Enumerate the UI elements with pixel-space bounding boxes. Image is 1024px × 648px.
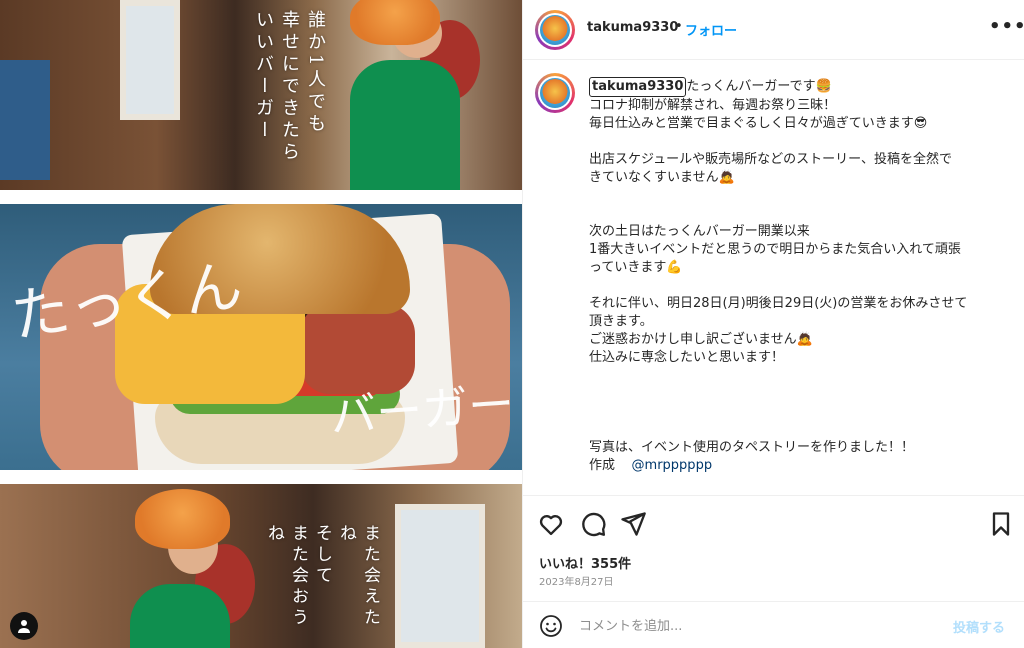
script-text-burger: バーガー [328, 376, 516, 444]
caption-line: それに伴い、明日28日(月)明後日29日(火)の営業をお休みさせて [589, 296, 968, 311]
like-count[interactable]: いいね！355件 [539, 553, 631, 572]
caption-username[interactable]: takuma9330 [589, 77, 687, 97]
image-panel-top: 誰か1人でも 幸せにできたら いいバーガー [0, 0, 522, 190]
caption-line: っていきます💪 [589, 260, 683, 275]
caption-text: takuma9330 たっくんバーガーです🍔 コロナ抑制が解禁され、毎週お祭り三昧… [589, 77, 1009, 475]
vtext-line: また会おうね [264, 524, 308, 629]
caption-line: きていなくすいません🙇 [589, 170, 735, 185]
caption-line: ご迷惑おかけし申し訳ございません🙇 [589, 332, 813, 347]
window-frame [120, 0, 180, 120]
share-icon[interactable] [619, 510, 647, 538]
caption-line: たっくんバーガーです🍔 [686, 79, 832, 94]
comment-input[interactable] [579, 615, 939, 637]
wall-poster [0, 60, 50, 180]
vtext-line: また会えたね [336, 524, 380, 629]
follow-button[interactable]: フォロー [685, 20, 737, 39]
comment-bar: 投稿する [523, 601, 1024, 648]
burger-hat [350, 0, 440, 45]
bookmark-icon[interactable] [987, 510, 1015, 538]
image-panel-bottom: また会えたね そして また会おうね [0, 484, 522, 648]
more-options-icon[interactable]: ••• [989, 16, 1024, 37]
vtext-line: そして [312, 524, 332, 587]
caption-body: コロナ抑制が解禁され、毎週お祭り三昧！ 毎日仕込みと営業で目まぐるしく日々が過ぎて… [589, 97, 1009, 457]
image-panel-burger: たっくん バーガー [0, 204, 522, 470]
caption-avatar[interactable] [535, 73, 575, 113]
tapestry-text-top: 誰か1人でも 幸せにできたら いいバーガー [250, 10, 328, 185]
person-icon [18, 620, 30, 633]
vtext-line: いいバーガー [253, 10, 274, 142]
window-frame [395, 504, 485, 648]
heart-icon[interactable] [537, 510, 565, 538]
post-comment-button[interactable]: 投稿する [953, 617, 1005, 636]
caption-line: 出店スケジュールや販売場所などのストーリー、投稿を全然で [589, 152, 952, 167]
caption-line: 仕込みに専念したいと思います！ [589, 350, 785, 365]
person-shirt [350, 60, 460, 190]
post-image[interactable]: 誰か1人でも 幸せにできたら いいバーガー たっくん バーガー また会えたね そ… [0, 0, 522, 648]
vtext-line: 幸せにできたら [279, 10, 300, 164]
caption-line: 毎日仕込みと営業で目まぐるしく日々が過ぎていきます😎 [589, 116, 928, 131]
caption-line: 頂きます。 [589, 314, 653, 329]
comment-icon[interactable] [579, 510, 607, 538]
credit-mention-link[interactable]: @mrpppppp [632, 458, 713, 473]
emoji-icon[interactable] [539, 614, 563, 638]
post-date[interactable]: 2023年8月27日 [539, 573, 614, 588]
avatar-image [540, 78, 570, 108]
person-shirt [130, 584, 230, 648]
action-bar: いいね！355件 2023年8月27日 [523, 495, 1024, 599]
header-separator: • [675, 19, 683, 34]
post-header: takuma9330 • フォロー ••• [523, 0, 1024, 60]
tapestry-text-bottom: また会えたね そして また会おうね [262, 524, 382, 644]
avatar-image [540, 15, 570, 45]
caption-credit: 作成 @mrpppppp [589, 457, 1009, 475]
caption-line: 写真は、イベント使用のタペストリーを作りました！！ [589, 440, 915, 455]
credit-label: 作成 [589, 458, 616, 473]
caption-area: takuma9330 たっくんバーガーです🍔 コロナ抑制が解禁され、毎週お祭り三昧… [523, 61, 1024, 495]
tagged-user-icon[interactable] [10, 612, 38, 640]
post-sidebar: takuma9330 • フォロー ••• takuma9330 たっくんバーガー… [522, 0, 1024, 648]
caption-first-line: takuma9330 たっくんバーガーです🍔 [589, 77, 1009, 97]
caption-line: 次の土日はたっくんバーガー開業以来 [589, 224, 810, 239]
caption-line: コロナ抑制が解禁され、毎週お祭り三昧！ [589, 98, 837, 113]
caption-line: 1番大きいイベントだと思うので明日からまた気合い入れて頑張 [589, 242, 961, 257]
author-avatar[interactable] [535, 10, 575, 50]
vtext-line: 誰か1人でも [305, 10, 326, 136]
author-username[interactable]: takuma9330 [587, 20, 678, 35]
burger-hat [135, 489, 230, 549]
